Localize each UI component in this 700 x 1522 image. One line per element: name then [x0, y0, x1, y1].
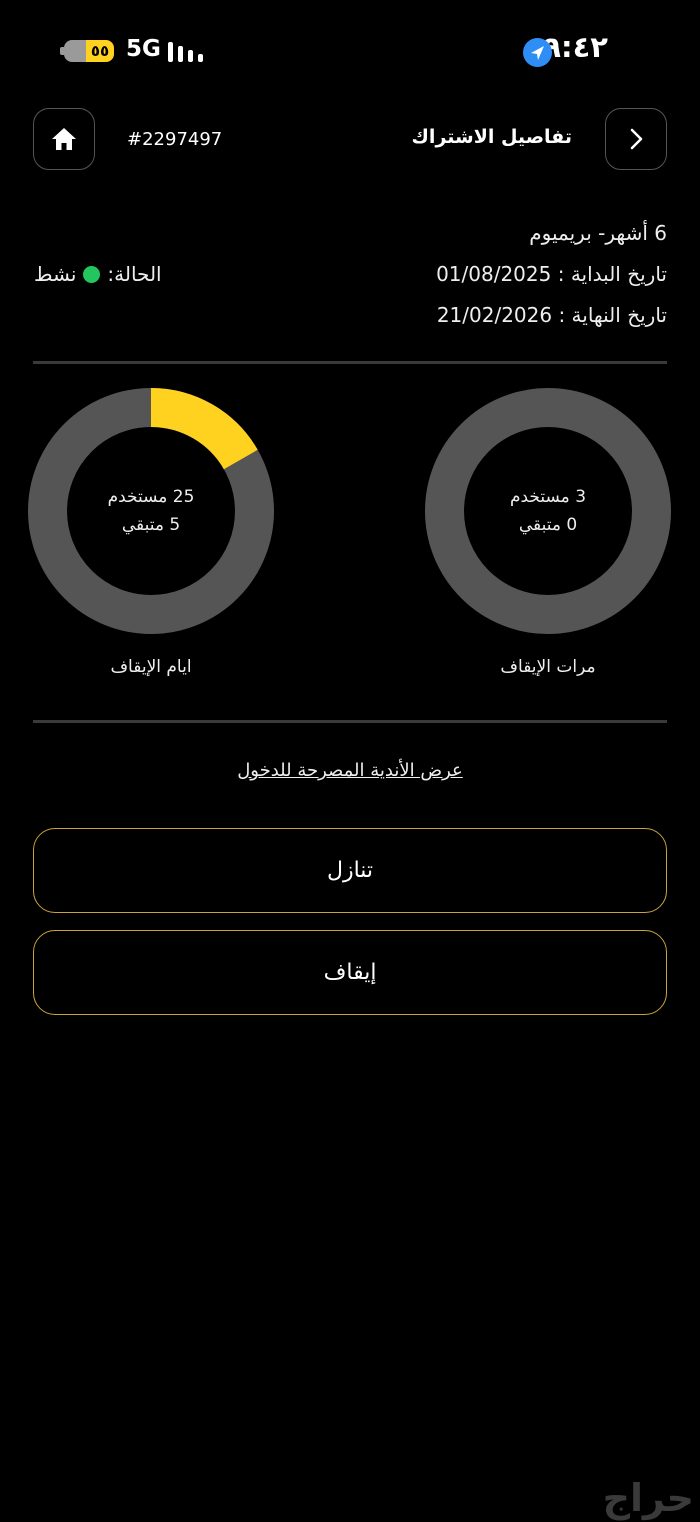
end-date: تاريخ النهاية : 21/02/2026	[436, 303, 667, 327]
plan-name: 6 أشهر- بريميوم	[529, 221, 667, 245]
signal-bars-icon	[168, 40, 203, 62]
transfer-button[interactable]: تنازل	[33, 828, 667, 913]
page-title: تفاصيل الاشتراك	[411, 126, 572, 148]
allowed-clubs-link[interactable]: عرض الأندية المصرحة للدخول	[0, 760, 700, 781]
status-value: نشط	[34, 262, 77, 286]
divider	[33, 720, 667, 723]
pause-times-caption: مرات الإيقاف	[500, 657, 596, 677]
transfer-button-label: تنازل	[326, 858, 374, 883]
ring-center: 3 مستخدم 0 متبقي	[425, 388, 671, 634]
location-arrow-icon	[523, 38, 552, 67]
battery-level: ٥٥	[86, 40, 114, 62]
pause-button[interactable]: إيقاف	[33, 930, 667, 1015]
watermark-logo: حراج	[602, 1476, 694, 1520]
used-count: 25 مستخدم	[107, 487, 195, 507]
divider	[33, 361, 667, 364]
status-dot-icon	[83, 265, 101, 283]
home-button[interactable]	[33, 108, 95, 170]
pause-days-caption: ايام الإيقاف	[110, 657, 192, 677]
battery-icon: ٥٥	[64, 40, 114, 62]
network-type: 5G	[126, 36, 161, 62]
remaining-count: 5 متبقي	[121, 515, 181, 535]
pause-button-label: إيقاف	[323, 960, 377, 985]
chevron-right-icon	[630, 128, 643, 150]
remaining-count: 0 متبقي	[518, 515, 578, 535]
pause-days-ring: 25 مستخدم 5 متبقي	[28, 388, 274, 634]
used-count: 3 مستخدم	[509, 487, 587, 507]
ring-center: 25 مستخدم 5 متبقي	[28, 388, 274, 634]
home-icon	[52, 128, 76, 150]
start-date: تاريخ البداية : 01/08/2025	[436, 262, 667, 286]
status-time: ٩:٤٢	[543, 30, 608, 64]
status-label: الحالة:	[107, 262, 162, 286]
subscription-number: #2297497	[127, 129, 223, 150]
subscription-status: الحالة: نشط	[34, 262, 162, 286]
back-button[interactable]	[605, 108, 667, 170]
pause-times-ring: 3 مستخدم 0 متبقي	[425, 388, 671, 634]
